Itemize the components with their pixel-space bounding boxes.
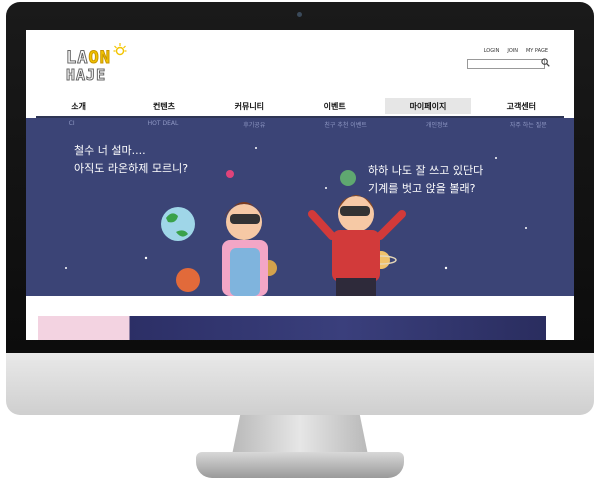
boy-character (308, 195, 406, 296)
earth-planet-icon (161, 207, 195, 241)
mypage-link[interactable]: MY PAGE (526, 48, 548, 54)
login-link[interactable]: LOGIN (484, 48, 500, 54)
nav-item-contents[interactable]: 컨텐츠 (121, 96, 206, 116)
orange-planet-icon (176, 268, 200, 292)
site-logo[interactable]: LAON HAJE (65, 43, 130, 85)
monitor: LAON HAJE LOGIN JOIN MY PAGE 소개 컨텐츠 커뮤니티… (0, 0, 600, 485)
green-planet-icon (340, 170, 356, 186)
sun-icon (113, 43, 127, 56)
logo-line-1: LAON (65, 48, 111, 69)
nav-item-event[interactable]: 이벤트 (292, 96, 377, 116)
logo-line-2: HAJE (65, 66, 107, 85)
monitor-base (196, 452, 404, 478)
girl-character (222, 170, 268, 296)
monitor-chin (6, 353, 594, 415)
nav-item-support[interactable]: 고객센터 (479, 96, 564, 116)
search-input[interactable] (467, 59, 545, 69)
join-link[interactable]: JOIN (507, 48, 518, 54)
next-section-banner (38, 316, 546, 340)
main-nav: 소개 컨텐츠 커뮤니티 이벤트 마이페이지 고객센터 (36, 96, 564, 118)
screen: LAON HAJE LOGIN JOIN MY PAGE 소개 컨텐츠 커뮤니티… (26, 30, 574, 340)
nav-item-intro[interactable]: 소개 (36, 96, 121, 116)
search-icon[interactable] (541, 58, 550, 67)
hero-banner: CI HOT DEAL 후기공유 친구 추천 이벤트 개인정보 자주 하는 질문… (26, 118, 574, 296)
monitor-stand (232, 415, 368, 455)
nav-item-mypage[interactable]: 마이페이지 (385, 98, 471, 114)
banner-illustration (65, 147, 527, 296)
camera-dot (297, 12, 302, 17)
nav-item-community[interactable]: 커뮤니티 (207, 96, 292, 116)
utility-links: LOGIN JOIN MY PAGE (484, 48, 548, 54)
